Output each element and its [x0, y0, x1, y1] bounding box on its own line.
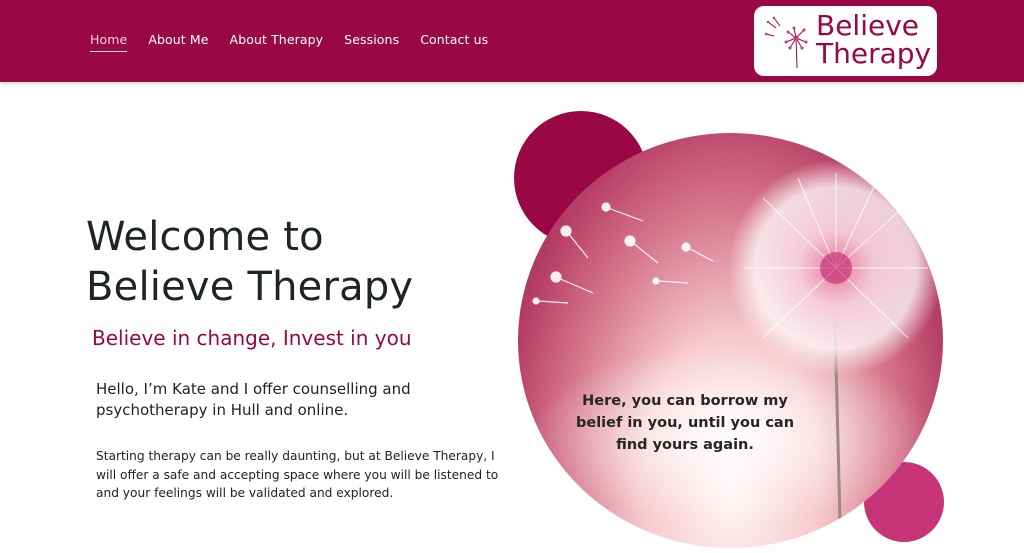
nav-contact-us[interactable]: Contact us [420, 32, 488, 52]
site-logo[interactable]: Believe Therapy [754, 6, 937, 76]
title-line-1: Welcome to [86, 214, 324, 260]
nav-about-therapy[interactable]: About Therapy [230, 32, 324, 52]
logo-text-believe: Believe [816, 9, 920, 42]
intro-text: Hello, I’m Kate and I offer counselling … [96, 380, 411, 419]
title-line-2: Believe Therapy [86, 264, 414, 310]
dandelion-image [518, 133, 943, 548]
hero-quote: Here, you can borrow my belief in you, u… [575, 393, 795, 453]
main-nav: Home About Me About Therapy Sessions Con… [90, 32, 488, 52]
nav-about-me[interactable]: About Me [148, 32, 208, 52]
body-text: Starting therapy can be really daunting,… [96, 449, 499, 500]
page-title: Welcome to Believe Therapy [86, 212, 413, 312]
nav-sessions[interactable]: Sessions [344, 32, 399, 52]
site-header: Home About Me About Therapy Sessions Con… [0, 0, 1024, 82]
dandelion-icon [764, 14, 812, 74]
nav-home[interactable]: Home [90, 32, 128, 52]
logo-text-therapy: Therapy [816, 37, 932, 70]
tagline: Believe in change, Invest in you [92, 326, 412, 350]
